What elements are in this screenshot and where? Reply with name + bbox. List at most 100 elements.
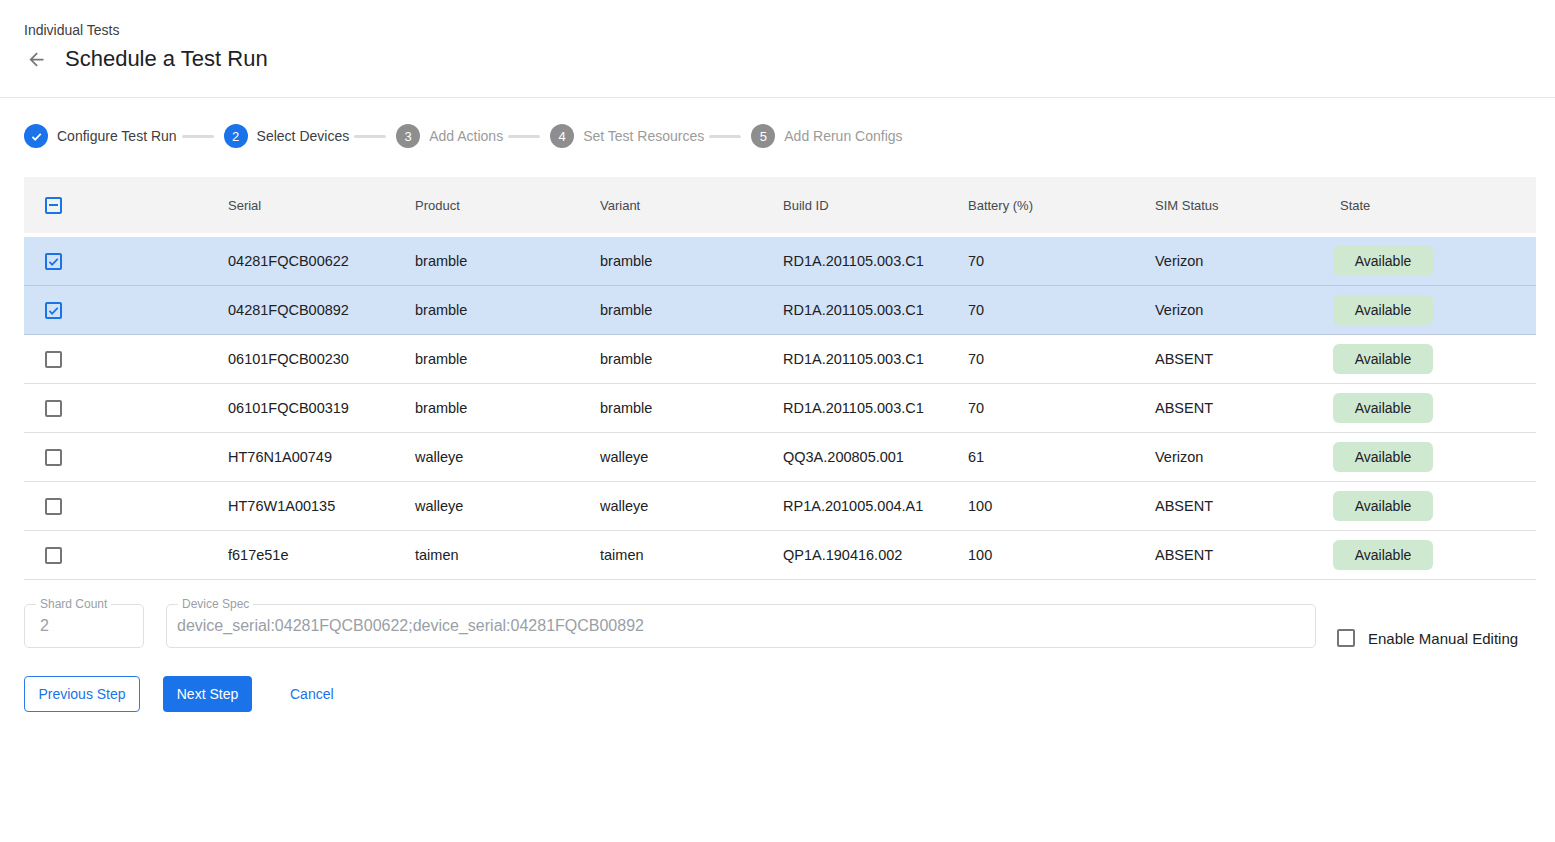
battery-cell: 100	[968, 547, 1155, 563]
state-chip: Available	[1333, 246, 1433, 276]
battery-cell: 70	[968, 400, 1155, 416]
back-button[interactable]	[24, 47, 48, 71]
step-number: 3	[396, 124, 420, 148]
product-cell: bramble	[415, 400, 600, 416]
step-5[interactable]: 5 Add Rerun Configs	[751, 124, 902, 148]
table-row: f617e51etaimentaimenQP1A.190416.002100AB…	[24, 531, 1536, 580]
step-4[interactable]: 4 Set Test Resources	[550, 124, 704, 148]
form-row: Shard Count 2 Device Spec device_serial:…	[24, 604, 1536, 648]
step-connector	[709, 135, 741, 138]
column-header-variant: Variant	[600, 198, 783, 213]
serial-cell: 06101FQCB00230	[228, 351, 415, 367]
step-number-text: 5	[760, 129, 767, 144]
step-3[interactable]: 3Add Actions	[396, 124, 503, 148]
product-cell: walleye	[415, 498, 600, 514]
sim-status-cell: ABSENT	[1155, 400, 1340, 416]
battery-cell: 61	[968, 449, 1155, 465]
serial-cell: 06101FQCB00319	[228, 400, 415, 416]
device-spec-field[interactable]: Device Spec device_serial:04281FQCB00622…	[166, 604, 1316, 648]
table-row: 06101FQCB00230bramblebrambleRD1A.201105.…	[24, 335, 1536, 384]
build-id-cell: QP1A.190416.002	[783, 547, 968, 563]
select-all-checkbox[interactable]	[45, 197, 62, 214]
row-checkbox[interactable]	[45, 253, 62, 270]
row-checkbox[interactable]	[45, 302, 62, 319]
step-1[interactable]: Configure Test Run	[24, 124, 177, 148]
breadcrumb: Individual Tests	[24, 21, 1531, 39]
device-spec-label: Device Spec	[178, 598, 253, 611]
arrow-back-icon	[26, 49, 47, 70]
row-checkbox[interactable]	[45, 547, 62, 564]
enable-manual-editing-checkbox[interactable]	[1337, 629, 1355, 647]
device-table: Serial Product Variant Build ID Battery …	[24, 177, 1536, 580]
build-id-cell: RD1A.201105.003.C1	[783, 302, 968, 318]
battery-cell: 70	[968, 302, 1155, 318]
previous-step-button[interactable]: Previous Step	[24, 676, 140, 712]
battery-cell: 70	[968, 351, 1155, 367]
state-chip: Available	[1333, 295, 1433, 325]
battery-cell: 70	[968, 253, 1155, 269]
table-body: 04281FQCB00622bramblebrambleRD1A.201105.…	[24, 237, 1536, 580]
shard-count-value: 2	[25, 605, 143, 647]
shard-count-field[interactable]: Shard Count 2	[24, 604, 144, 648]
state-chip: Available	[1333, 442, 1433, 472]
state-chip: Available	[1333, 344, 1433, 374]
step-connector	[354, 135, 386, 138]
step-connector	[508, 135, 540, 138]
step-label: Add Rerun Configs	[784, 128, 902, 144]
sim-status-cell: Verizon	[1155, 253, 1340, 269]
table-row: 04281FQCB00622bramblebrambleRD1A.201105.…	[24, 237, 1536, 286]
variant-cell: walleye	[600, 449, 783, 465]
action-buttons: Previous Step Next Step Cancel	[24, 676, 1555, 712]
state-chip: Available	[1333, 540, 1433, 570]
sim-status-cell: ABSENT	[1155, 498, 1340, 514]
check-icon	[47, 255, 60, 268]
battery-cell: 100	[968, 498, 1155, 514]
build-id-cell: RD1A.201105.003.C1	[783, 400, 968, 416]
step-label: Set Test Resources	[583, 128, 704, 144]
cancel-button[interactable]: Cancel	[290, 676, 334, 712]
state-chip: Available	[1333, 491, 1433, 521]
step-number-text: 4	[559, 129, 566, 144]
build-id-cell: QQ3A.200805.001	[783, 449, 968, 465]
sim-status-cell: ABSENT	[1155, 547, 1340, 563]
step-number: 2	[224, 124, 248, 148]
stepper: Configure Test Run 2Select Devices 3Add Ac…	[0, 98, 1555, 148]
product-cell: walleye	[415, 449, 600, 465]
serial-cell: 04281FQCB00622	[228, 253, 415, 269]
column-header-build-id: Build ID	[783, 198, 968, 213]
page-header: Individual Tests Schedule a Test Run	[0, 0, 1555, 98]
enable-manual-editing-label: Enable Manual Editing	[1368, 630, 1518, 647]
check-icon	[30, 130, 43, 143]
state-chip: Available	[1333, 393, 1433, 423]
step-number-text: 3	[405, 129, 412, 144]
table-row: HT76N1A00749walleyewalleyeQQ3A.200805.00…	[24, 433, 1536, 482]
variant-cell: walleye	[600, 498, 783, 514]
build-id-cell: RD1A.201105.003.C1	[783, 351, 968, 367]
row-checkbox[interactable]	[45, 449, 62, 466]
build-id-cell: RD1A.201105.003.C1	[783, 253, 968, 269]
shard-count-label: Shard Count	[36, 598, 111, 611]
step-2[interactable]: 2Select Devices	[224, 124, 350, 148]
row-checkbox[interactable]	[45, 351, 62, 368]
step-label: Configure Test Run	[57, 128, 177, 144]
next-step-button[interactable]: Next Step	[163, 676, 252, 712]
serial-cell: f617e51e	[228, 547, 415, 563]
check-icon	[47, 304, 60, 317]
step-done-check-icon	[24, 124, 48, 148]
serial-cell: HT76N1A00749	[228, 449, 415, 465]
variant-cell: bramble	[600, 351, 783, 367]
sim-status-cell: Verizon	[1155, 302, 1340, 318]
step-number-text: 2	[232, 129, 239, 144]
product-cell: bramble	[415, 253, 600, 269]
page-title: Schedule a Test Run	[65, 46, 268, 72]
column-header-sim-status: SIM Status	[1155, 198, 1340, 213]
sim-status-cell: ABSENT	[1155, 351, 1340, 367]
step-connector	[182, 135, 214, 138]
row-checkbox[interactable]	[45, 498, 62, 515]
table-header-row: Serial Product Variant Build ID Battery …	[24, 177, 1536, 233]
device-spec-value: device_serial:04281FQCB00622;device_seri…	[167, 605, 1315, 647]
product-cell: bramble	[415, 302, 600, 318]
column-header-serial: Serial	[228, 198, 415, 213]
row-checkbox[interactable]	[45, 400, 62, 417]
variant-cell: taimen	[600, 547, 783, 563]
